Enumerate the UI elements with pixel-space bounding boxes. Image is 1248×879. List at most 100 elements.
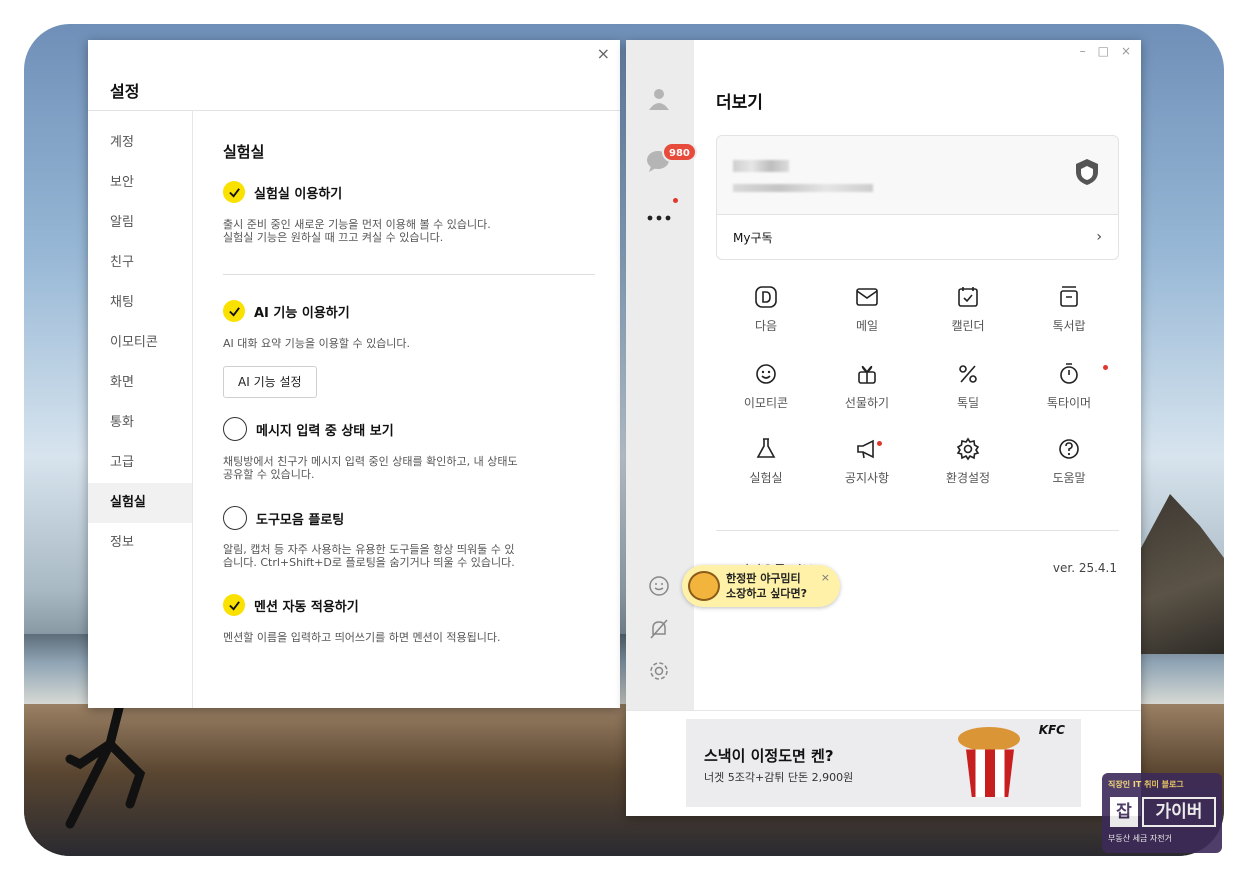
- kakaotalk-window: 980 – □ × 더보기 My구독 › 다음 메일 캘린더 톡서랍 이모티콘 …: [626, 40, 1141, 816]
- talkdeal-icon: [959, 365, 977, 383]
- checkbox-unchecked[interactable]: [223, 506, 247, 530]
- ai-settings-button[interactable]: AI 기능 설정: [223, 366, 317, 398]
- check-icon: [228, 306, 240, 317]
- new-dot: [673, 198, 678, 203]
- watermark-bottom-text: 부동산 세금 자전거: [1108, 834, 1172, 843]
- menu-item-label: 공지사항: [844, 471, 890, 485]
- ad-subtext: 너겟 5조각+감튀 단돈 2,900원: [704, 771, 854, 784]
- option-label: AI 기능 이용하기: [254, 305, 350, 321]
- settings-sidebar: 계정 보안 알림 친구 채팅 이모티콘 화면 통화 고급 실험실 정보: [88, 111, 193, 708]
- chevron-right-icon: ›: [1096, 229, 1102, 245]
- checkbox-checked[interactable]: [223, 300, 245, 322]
- menu-item-gift[interactable]: 선물하기: [817, 362, 917, 411]
- nav-item-3[interactable]: 친구: [88, 243, 192, 283]
- watermark-top-text: 직장인 IT 취미 블로그: [1108, 780, 1184, 789]
- emoticon-icon[interactable]: [648, 575, 670, 597]
- menu-item-label: 톡서랍: [1052, 319, 1086, 333]
- option-description: 멘션할 이름을 입력하고 띄어쓰기를 하면 멘션이 적용됩니다.: [223, 631, 501, 644]
- mail-icon: [856, 288, 878, 306]
- option-mention-auto[interactable]: 멘션 자동 적용하기: [223, 594, 359, 616]
- timer-icon: [1060, 363, 1078, 384]
- check-icon: [228, 187, 240, 198]
- emoticon-promo-tooltip[interactable]: 한정판 야구밈티 소장하고 싶다면? ×: [682, 565, 840, 607]
- my-subscription-row[interactable]: My구독 ›: [717, 215, 1118, 259]
- menu-item-label: 톡딜: [956, 396, 980, 410]
- friends-icon[interactable]: [646, 86, 672, 112]
- option-toolbar-floating[interactable]: 도구모음 플로팅: [223, 506, 344, 530]
- version-label: ver. 25.4.1: [1052, 561, 1117, 575]
- checkbox-unchecked[interactable]: [223, 417, 247, 441]
- megaphone-icon: [857, 439, 874, 459]
- character-icon: [688, 571, 720, 601]
- nav-item-8[interactable]: 고급: [88, 443, 192, 483]
- ad-banner[interactable]: 스낵이 이정도면 켄? 너겟 5조각+감튀 단돈 2,900원 KFC: [686, 719, 1081, 807]
- tooltip-close-button[interactable]: ×: [821, 571, 830, 584]
- chicken-image: [958, 727, 1020, 751]
- nav-item-5[interactable]: 이모티콘: [88, 323, 192, 363]
- nav-item-0[interactable]: 계정: [88, 123, 192, 163]
- settings-gear-icon[interactable]: [648, 660, 670, 682]
- option-ai-enable[interactable]: AI 기능 이용하기: [223, 300, 350, 322]
- nav-item-2[interactable]: 알림: [88, 203, 192, 243]
- calendar-icon: [958, 287, 978, 307]
- nav-item-10[interactable]: 정보: [88, 523, 192, 563]
- page-title: 더보기: [716, 93, 763, 113]
- settings-title: 설정: [110, 82, 140, 101]
- check-icon: [228, 600, 240, 611]
- option-label: 메시지 입력 중 상태 보기: [256, 423, 394, 439]
- close-button[interactable]: ×: [1121, 44, 1131, 58]
- checkbox-checked[interactable]: [223, 594, 245, 616]
- help-icon: [1059, 439, 1079, 459]
- divider: [223, 274, 595, 275]
- ad-headline: 스낵이 이정도면 켄?: [704, 747, 834, 765]
- option-typing-status[interactable]: 메시지 입력 중 상태 보기: [223, 417, 394, 441]
- menu-item-label: 메일: [855, 319, 879, 333]
- watermark-main: 가이버: [1142, 797, 1216, 827]
- nav-item-9[interactable]: 실험실: [88, 483, 192, 523]
- option-description: AI 대화 요약 기능을 이용할 수 있습니다.: [223, 337, 411, 350]
- menu-item-mail[interactable]: 메일: [817, 285, 917, 334]
- flask-icon: [756, 438, 776, 458]
- checkbox-checked[interactable]: [223, 181, 245, 203]
- daum-icon: [755, 286, 777, 308]
- section-title: 실험실: [223, 143, 265, 161]
- nav-item-1[interactable]: 보안: [88, 163, 192, 203]
- menu-item-talkdeal[interactable]: 톡딜: [918, 362, 1018, 411]
- wallpaper-runner: [65, 704, 146, 829]
- kakaotalk-sidebar-rail: 980: [626, 40, 697, 710]
- menu-item-label: 선물하기: [844, 396, 890, 410]
- nav-item-7[interactable]: 통화: [88, 403, 192, 443]
- settings-window: × 설정 계정 보안 알림 친구 채팅 이모티콘 화면 통화 고급 실험실 정보 실험실 실험실 이…: [88, 40, 620, 708]
- menu-item-calendar[interactable]: 캘린더: [918, 285, 1018, 334]
- menu-item-label: 캘린더: [951, 319, 985, 333]
- blog-watermark: 직장인 IT 취미 블로그 잡 가이버 부동산 세금 자전거: [1102, 773, 1222, 853]
- bell-off-icon[interactable]: [648, 618, 670, 640]
- menu-item-drawer[interactable]: 톡서랍: [1019, 285, 1119, 334]
- shield-icon[interactable]: [1074, 158, 1100, 186]
- more-icon[interactable]: [646, 205, 672, 231]
- option-description: 채팅방에서 친구가 메시지 입력 중인 상태를 확인하고, 내 상태도 공유할 …: [223, 455, 518, 481]
- emoticon-icon: [756, 364, 776, 384]
- settings-close-button[interactable]: ×: [597, 44, 610, 63]
- menu-item-label: 다음: [754, 319, 778, 333]
- menu-item-megaphone[interactable]: 공지사항: [817, 437, 917, 486]
- menu-item-flask[interactable]: 실험실: [716, 437, 816, 486]
- option-lab-enable[interactable]: 실험실 이용하기: [223, 181, 342, 203]
- window-controls: – □ ×: [1080, 44, 1131, 58]
- minimize-button[interactable]: –: [1080, 44, 1086, 58]
- menu-item-daum[interactable]: 다음: [716, 285, 816, 334]
- menu-item-help[interactable]: 도움말: [1019, 437, 1119, 486]
- nav-item-4[interactable]: 채팅: [88, 283, 192, 323]
- tooltip-line1: 한정판 야구밈티: [726, 572, 801, 585]
- nav-item-6[interactable]: 화면: [88, 363, 192, 403]
- option-label: 멘션 자동 적용하기: [254, 599, 359, 615]
- maximize-button[interactable]: □: [1098, 44, 1109, 58]
- option-description: 출시 준비 중인 새로운 기능을 먼저 이용해 볼 수 있습니다. 실험실 기능…: [223, 218, 491, 244]
- menu-item-settings[interactable]: 환경설정: [918, 437, 1018, 486]
- watermark-jab: 잡: [1110, 797, 1138, 827]
- menu-item-label: 이모티콘: [743, 396, 789, 410]
- menu-item-emoticon[interactable]: 이모티콘: [716, 362, 816, 411]
- option-label: 실험실 이용하기: [254, 186, 343, 202]
- option-description: 알림, 캡처 등 자주 사용하는 유용한 도구들을 항상 띄워둘 수 있 습니다…: [223, 543, 515, 569]
- profile-card[interactable]: My구독 ›: [716, 135, 1119, 260]
